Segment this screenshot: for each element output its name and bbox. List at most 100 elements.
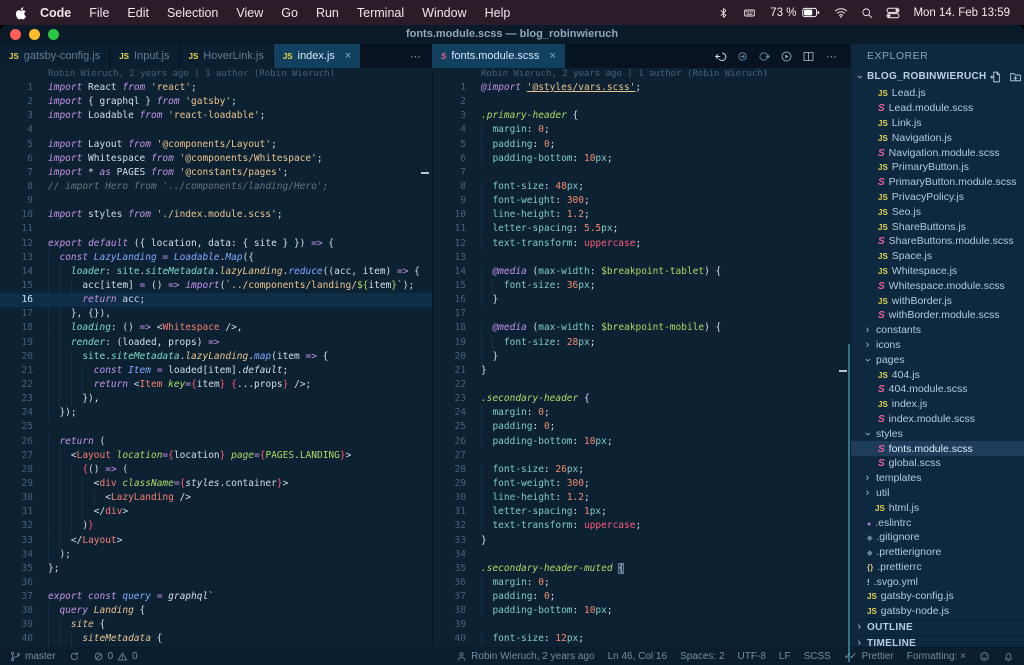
outline-section[interactable]: › OUTLINE bbox=[851, 619, 1024, 635]
tree-item-withBorder.module.scss[interactable]: SwithBorder.module.scss bbox=[851, 308, 1024, 323]
menu-help[interactable]: Help bbox=[476, 6, 520, 20]
apple-menu-icon[interactable] bbox=[14, 5, 27, 20]
tree-item-PrivacyPolicy.js[interactable]: JSPrivacyPolicy.js bbox=[851, 190, 1024, 205]
tree-item-ShareButtons.js[interactable]: JSShareButtons.js bbox=[851, 219, 1024, 234]
tree-item-404.js[interactable]: JS404.js bbox=[851, 367, 1024, 382]
minimize-window-button[interactable] bbox=[29, 29, 40, 40]
status-item-prettier[interactable]: ✓✓Prettier bbox=[844, 651, 894, 662]
tree-item-Navigation.js[interactable]: JSNavigation.js bbox=[851, 130, 1024, 145]
close-tab-icon[interactable]: × bbox=[345, 50, 351, 62]
branch-icon bbox=[10, 651, 21, 662]
menu-view[interactable]: View bbox=[227, 6, 272, 20]
status-item-spaces-2[interactable]: Spaces: 2 bbox=[680, 651, 724, 662]
js-file-icon: JS bbox=[878, 161, 888, 173]
menu-file[interactable]: File bbox=[80, 6, 118, 20]
tree-item-global.scss[interactable]: Sglobal.scss bbox=[851, 456, 1024, 471]
editor-more-actions-button[interactable]: ⋯ bbox=[824, 50, 840, 63]
tree-item-.prettierignore[interactable]: ◆.prettierignore bbox=[851, 545, 1024, 560]
tree-item-withBorder.js[interactable]: JSwithBorder.js bbox=[851, 293, 1024, 308]
status-item-lf[interactable]: LF bbox=[779, 651, 791, 662]
battery-status[interactable]: 73 % bbox=[770, 7, 821, 19]
status-item-robin-wieruch-2-years-ago[interactable]: Robin Wieruch, 2 years ago bbox=[456, 651, 594, 662]
tab-index.js[interactable]: JSindex.js× bbox=[274, 44, 362, 68]
menu-window[interactable]: Window bbox=[413, 6, 475, 20]
menu-terminal[interactable]: Terminal bbox=[348, 6, 413, 20]
menu-code[interactable]: Code bbox=[31, 6, 80, 20]
status-item-master[interactable]: master bbox=[10, 651, 56, 662]
timeline-section[interactable]: › TIMELINE bbox=[851, 635, 1024, 651]
tree-item-pages[interactable]: ›pages bbox=[851, 352, 1024, 367]
status-item-0[interactable]: 00 bbox=[93, 651, 138, 662]
close-window-button[interactable] bbox=[10, 29, 21, 40]
tree-item-Link.js[interactable]: JSLink.js bbox=[851, 116, 1024, 131]
tree-item-Whitespace.js[interactable]: JSWhitespace.js bbox=[851, 264, 1024, 279]
tree-item-Seo.js[interactable]: JSSeo.js bbox=[851, 204, 1024, 219]
tree-item-PrimaryButton.module.scss[interactable]: SPrimaryButton.module.scss bbox=[851, 175, 1024, 190]
status-item[interactable] bbox=[1003, 651, 1014, 662]
tree-item-.prettierrc[interactable]: {}.prettierrc bbox=[851, 560, 1024, 575]
code-line: 33 </Layout> bbox=[0, 534, 432, 548]
tree-item-PrimaryButton.js[interactable]: JSPrimaryButton.js bbox=[851, 160, 1024, 175]
new-folder-icon[interactable] bbox=[1009, 71, 1022, 83]
nav-forward-icon[interactable] bbox=[736, 50, 749, 63]
tab-HoverLink.js[interactable]: JSHoverLink.js bbox=[180, 44, 274, 68]
tree-item-gatsby-config.js[interactable]: JSgatsby-config.js bbox=[851, 589, 1024, 604]
tree-item-index.module.scss[interactable]: Sindex.module.scss bbox=[851, 412, 1024, 427]
tree-item-index.js[interactable]: JSindex.js bbox=[851, 397, 1024, 412]
tab-overflow-button[interactable]: ⋯ bbox=[400, 50, 432, 63]
menu-selection[interactable]: Selection bbox=[158, 6, 227, 20]
tab-fonts.module.scss[interactable]: Sfonts.module.scss× bbox=[432, 44, 566, 68]
file-label: ShareButtons.module.scss bbox=[889, 235, 1014, 247]
status-item-scss[interactable]: SCSS bbox=[804, 651, 831, 662]
editor-index-js[interactable]: Robin Wieruch, 2 years ago | 1 author (R… bbox=[0, 68, 433, 647]
titlebar[interactable]: fonts.module.scss — blog_robinwieruch bbox=[0, 25, 1024, 44]
chevron-right-icon: › bbox=[863, 487, 872, 499]
tab-Input.js[interactable]: JSInput.js bbox=[110, 44, 179, 68]
menubar-clock[interactable]: Mon 14. Feb 13:59 bbox=[913, 7, 1010, 19]
control-center-icon[interactable] bbox=[886, 7, 900, 19]
menu-edit[interactable]: Edit bbox=[118, 6, 158, 20]
split-editor-icon[interactable] bbox=[802, 50, 815, 63]
tree-item-Space.js[interactable]: JSSpace.js bbox=[851, 249, 1024, 264]
spotlight-icon[interactable] bbox=[861, 7, 873, 19]
tree-item-Whitespace.module.scss[interactable]: SWhitespace.module.scss bbox=[851, 278, 1024, 293]
menu-run[interactable]: Run bbox=[307, 6, 348, 20]
tree-item-util[interactable]: ›util bbox=[851, 486, 1024, 501]
tree-item-icons[interactable]: ›icons bbox=[851, 338, 1024, 353]
new-file-icon[interactable] bbox=[990, 71, 1002, 83]
tree-item-html.js[interactable]: JShtml.js bbox=[851, 500, 1024, 515]
tree-item-Lead.js[interactable]: JSLead.js bbox=[851, 86, 1024, 101]
tree-item-Lead.module.scss[interactable]: SLead.module.scss bbox=[851, 101, 1024, 116]
nav-back-icon[interactable] bbox=[714, 50, 727, 63]
tree-item-constants[interactable]: ›constants bbox=[851, 323, 1024, 338]
status-item[interactable] bbox=[979, 651, 990, 662]
tree-item-.eslintrc[interactable]: ●.eslintrc bbox=[851, 515, 1024, 530]
tab-gatsby-config.js[interactable]: JSgatsby-config.js bbox=[0, 44, 110, 68]
tree-item-gatsby-node.js[interactable]: JSgatsby-node.js bbox=[851, 604, 1024, 619]
wifi-icon[interactable] bbox=[834, 7, 848, 18]
tree-item-Navigation.module.scss[interactable]: SNavigation.module.scss bbox=[851, 145, 1024, 160]
sidebar-resize-sash[interactable] bbox=[848, 344, 850, 662]
tree-item-.svgo.yml[interactable]: !.svgo.yml bbox=[851, 574, 1024, 589]
tree-item-styles[interactable]: ›styles bbox=[851, 426, 1024, 441]
status-item[interactable] bbox=[69, 651, 80, 662]
workspace-section-header[interactable]: › BLOG_ROBINWIERUCH bbox=[851, 67, 1024, 86]
tree-item-404.module.scss[interactable]: S404.module.scss bbox=[851, 382, 1024, 397]
tree-item-fonts.module.scss[interactable]: Sfonts.module.scss bbox=[851, 441, 1024, 456]
tab-label: index.js bbox=[298, 50, 335, 62]
editor-fonts-module-scss[interactable]: Robin Wieruch, 2 years ago | 1 author (R… bbox=[433, 68, 850, 647]
menu-go[interactable]: Go bbox=[272, 6, 307, 20]
close-tab-icon[interactable]: × bbox=[549, 50, 555, 62]
status-item-ln-46-col-16[interactable]: Ln 46, Col 16 bbox=[608, 651, 668, 662]
chevron-down-icon: › bbox=[862, 355, 874, 364]
zoom-window-button[interactable] bbox=[48, 29, 59, 40]
tree-item-ShareButtons.module.scss[interactable]: SShareButtons.module.scss bbox=[851, 234, 1024, 249]
keyboard-icon[interactable] bbox=[742, 7, 757, 19]
status-item-utf-8[interactable]: UTF-8 bbox=[738, 651, 766, 662]
tree-item-.gitignore[interactable]: ◆.gitignore bbox=[851, 530, 1024, 545]
tree-item-templates[interactable]: ›templates bbox=[851, 471, 1024, 486]
status-item-formatting-[interactable]: Formatting: × bbox=[907, 651, 966, 662]
bluetooth-icon[interactable] bbox=[718, 6, 729, 20]
nav-next-icon[interactable] bbox=[758, 50, 771, 63]
run-menu-icon[interactable] bbox=[780, 50, 793, 63]
